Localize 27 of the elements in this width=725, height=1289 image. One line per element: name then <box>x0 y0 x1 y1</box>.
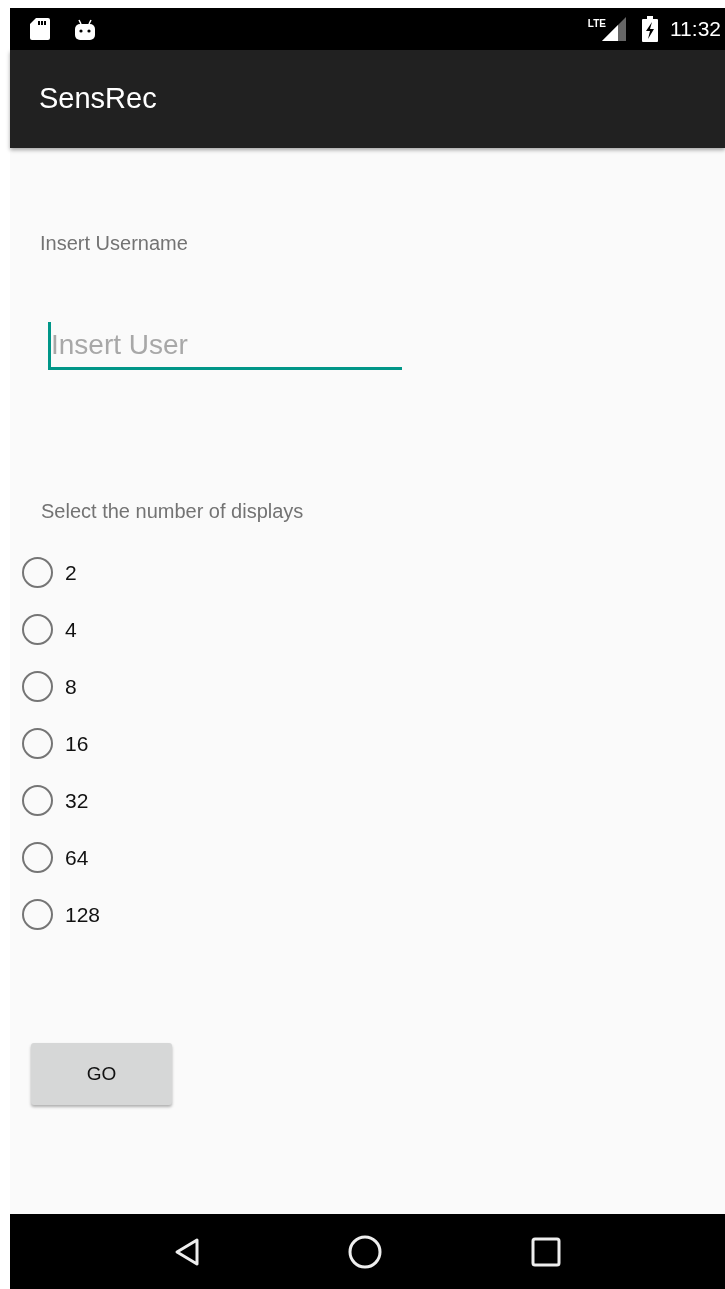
recents-icon[interactable] <box>530 1236 561 1267</box>
option-label[interactable]: 128 <box>65 898 101 931</box>
battery-icon <box>642 16 658 42</box>
option-label[interactable]: 32 <box>65 784 89 817</box>
back-icon[interactable] <box>174 1236 201 1267</box>
username-field[interactable]: Insert User <box>48 322 402 370</box>
option-label[interactable]: 4 <box>65 613 77 646</box>
option-label[interactable]: 8 <box>65 670 77 703</box>
go-button[interactable]: GO <box>31 1043 172 1105</box>
radio-button[interactable] <box>22 557 53 588</box>
radio-button[interactable] <box>22 899 53 930</box>
clock-time: 11:32 <box>670 16 721 43</box>
displays-label: Select the number of displays <box>41 500 304 522</box>
radio-button[interactable] <box>22 671 53 702</box>
radio-button[interactable] <box>22 728 53 759</box>
home-icon[interactable] <box>348 1234 383 1269</box>
app-title: SensRec <box>39 81 157 117</box>
radio-button[interactable] <box>22 842 53 873</box>
network-type: LTE <box>587 16 606 31</box>
username-label: Insert Username <box>40 232 188 254</box>
sd-card-icon <box>30 18 50 40</box>
android-icon <box>74 18 96 40</box>
option-label[interactable]: 64 <box>65 841 89 874</box>
option-label[interactable]: 16 <box>65 727 89 760</box>
radio-button[interactable] <box>22 614 53 645</box>
radio-button[interactable] <box>22 785 53 816</box>
option-label[interactable]: 2 <box>65 556 77 589</box>
